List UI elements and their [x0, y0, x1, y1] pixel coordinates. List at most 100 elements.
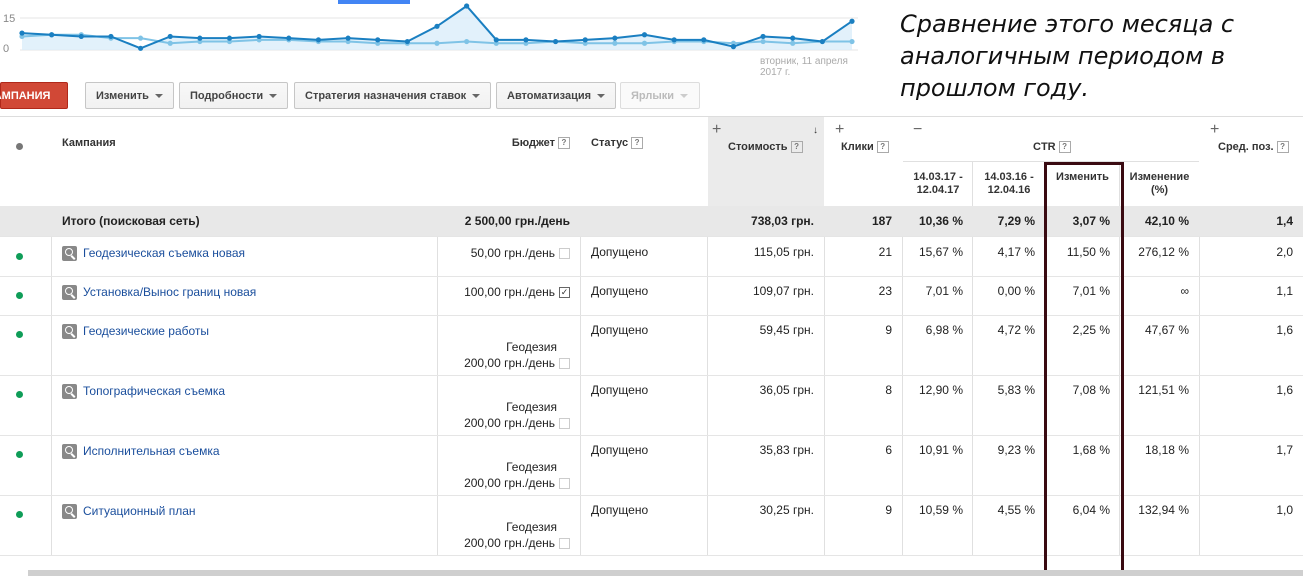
- current-period-point[interactable]: [760, 33, 766, 40]
- current-period-point[interactable]: [197, 35, 203, 41]
- clicks-cell: 8: [885, 383, 892, 397]
- current-period-point[interactable]: [612, 35, 618, 41]
- current-period-point[interactable]: [464, 3, 470, 9]
- previous-period-point[interactable]: [849, 38, 855, 45]
- minus-icon[interactable]: −: [913, 122, 922, 138]
- help-icon[interactable]: ?: [1276, 141, 1289, 154]
- current-period-point[interactable]: [434, 23, 440, 29]
- help-icon[interactable]: ?: [790, 141, 803, 154]
- shared-budget-name[interactable]: Геодезия: [448, 339, 570, 355]
- clicks-cell: 9: [885, 503, 892, 517]
- current-period-point[interactable]: [108, 33, 114, 40]
- campaign-link[interactable]: Геодезические работы: [83, 324, 209, 338]
- budget-cell: Геодезия 200,00 грн./день: [438, 399, 580, 431]
- campaign-name-cell: Исполнительная съемка: [52, 444, 432, 460]
- help-icon[interactable]: ?: [1058, 141, 1071, 154]
- total-ctr-period2: 7,29 %: [997, 214, 1035, 228]
- current-period-point[interactable]: [137, 45, 144, 51]
- col-ctr-header[interactable]: − CTR?: [903, 117, 1199, 162]
- add-campaign-button[interactable]: КАМПАНИЯ: [0, 82, 68, 126]
- budget-edit-icon[interactable]: [559, 418, 570, 430]
- cost-cell: 36,05 грн.: [759, 383, 814, 397]
- current-period-point[interactable]: [404, 38, 410, 45]
- current-period-point[interactable]: [819, 38, 825, 45]
- current-period-point[interactable]: [671, 37, 677, 43]
- col-status-header[interactable]: Статус?: [581, 137, 707, 150]
- shared-budget-name[interactable]: Геодезия: [448, 519, 570, 535]
- bid-strategy-dropdown[interactable]: Стратегия назначения ставок: [294, 82, 492, 109]
- previous-period-point[interactable]: [760, 38, 766, 45]
- budget-edit-icon[interactable]: [559, 248, 570, 260]
- current-period-point[interactable]: [286, 35, 292, 41]
- status-cell: Допущено: [591, 503, 649, 517]
- edit-dropdown[interactable]: Изменить: [85, 82, 174, 109]
- previous-period-point[interactable]: [137, 35, 144, 41]
- campaign-link[interactable]: Установка/Вынос границ новая: [83, 285, 256, 299]
- cost-cell: 59,45 грн.: [759, 323, 814, 337]
- previous-period-point[interactable]: [434, 40, 440, 46]
- current-period-point[interactable]: [375, 37, 381, 43]
- horizontal-scrollbar[interactable]: [28, 570, 1303, 576]
- current-period-point[interactable]: [730, 44, 737, 50]
- shared-budget-name[interactable]: Геодезия: [448, 459, 570, 475]
- current-period-point[interactable]: [523, 37, 529, 43]
- ctr-change-pct-cell: 132,94 %: [1138, 503, 1189, 517]
- col-ctr-change-pct-header[interactable]: Изменение (%): [1120, 171, 1199, 197]
- plus-icon[interactable]: +: [835, 122, 844, 138]
- current-period-point[interactable]: [78, 33, 84, 40]
- status-header-label: Статус: [591, 137, 629, 149]
- current-period-point[interactable]: [315, 37, 322, 43]
- budget-edit-icon[interactable]: [559, 358, 570, 370]
- current-period-point[interactable]: [701, 37, 707, 43]
- campaign-link[interactable]: Ситуационный план: [83, 504, 196, 518]
- cost-cell: 35,83 грн.: [759, 443, 814, 457]
- help-icon[interactable]: ?: [876, 141, 889, 154]
- status-enabled-icon: [16, 292, 23, 299]
- details-dropdown[interactable]: Подробности: [179, 82, 289, 109]
- shared-budget-name[interactable]: Геодезия: [448, 399, 570, 415]
- col-cost-header[interactable]: + ↓ Стоимость?: [708, 117, 824, 206]
- current-period-point[interactable]: [256, 33, 262, 40]
- current-period-point[interactable]: [641, 32, 648, 38]
- previous-period-point[interactable]: [641, 40, 648, 46]
- plus-icon[interactable]: +: [1210, 122, 1219, 138]
- help-icon[interactable]: ?: [631, 137, 644, 150]
- previous-period-point[interactable]: [612, 40, 618, 46]
- budget-edit-icon[interactable]: [559, 287, 570, 299]
- plus-icon[interactable]: +: [712, 122, 721, 138]
- previous-period-point[interactable]: [790, 40, 796, 46]
- col-ctr-period1-header[interactable]: 14.03.17 - 12.04.17: [903, 171, 973, 197]
- current-period-point[interactable]: [19, 30, 25, 36]
- avg-pos-cell: 1,0: [1276, 503, 1293, 517]
- current-period-point[interactable]: [49, 32, 55, 38]
- current-period-point[interactable]: [167, 33, 173, 40]
- current-period-point[interactable]: [493, 37, 499, 43]
- clicks-cell: 21: [878, 245, 892, 259]
- budget-cell: 100,00 грн./день: [438, 285, 580, 299]
- campaign-link[interactable]: Геодезическая съемка новая: [83, 246, 245, 260]
- status-cell: Допущено: [591, 323, 649, 337]
- labels-dropdown[interactable]: Ярлыки: [620, 82, 700, 109]
- previous-period-point[interactable]: [167, 40, 173, 46]
- current-period-point[interactable]: [582, 37, 588, 43]
- cost-cell: 115,05 грн.: [753, 245, 814, 259]
- clicks-cell: 9: [885, 323, 892, 337]
- current-period-point[interactable]: [226, 35, 233, 41]
- ctr-period2-cell: 9,23 %: [997, 443, 1035, 457]
- current-period-point[interactable]: [345, 35, 351, 41]
- campaign-link[interactable]: Топографическая съемка: [83, 384, 225, 398]
- automation-dropdown[interactable]: Автоматизация: [496, 82, 617, 109]
- search-campaign-icon: [62, 246, 77, 262]
- help-icon[interactable]: ?: [558, 137, 570, 150]
- col-campaign-header[interactable]: Кампания: [52, 137, 432, 149]
- status-enabled-icon: [16, 331, 23, 338]
- current-period-point[interactable]: [849, 18, 855, 24]
- campaign-link[interactable]: Исполнительная съемка: [83, 444, 220, 458]
- previous-period-point[interactable]: [464, 38, 470, 45]
- col-budget-header[interactable]: Бюджет?: [438, 137, 580, 150]
- budget-edit-icon[interactable]: [559, 478, 570, 490]
- budget-edit-icon[interactable]: [559, 538, 570, 550]
- current-period-point[interactable]: [552, 38, 559, 45]
- current-period-point[interactable]: [790, 35, 796, 41]
- col-ctr-period2-header[interactable]: 14.03.16 - 12.04.16: [973, 171, 1045, 197]
